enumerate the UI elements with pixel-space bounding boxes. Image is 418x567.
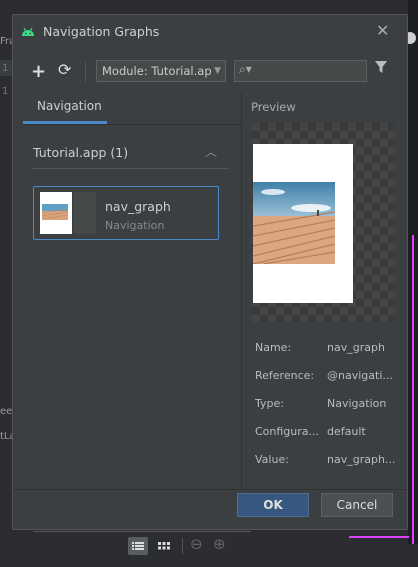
background-line-number: 1 <box>2 86 9 97</box>
tab-navigation-label: Navigation <box>37 99 102 113</box>
module-select[interactable]: Module: Tutorial.ap ▼ <box>96 60 226 82</box>
property-key: Name: <box>255 341 292 354</box>
resource-type: Navigation <box>105 219 165 232</box>
property-value: default <box>327 425 366 438</box>
property-value: nav_graph <box>327 341 385 354</box>
resource-card-nav-graph[interactable]: nav_graph Navigation <box>33 186 219 240</box>
toolbar-separator <box>85 62 86 82</box>
filter-icon[interactable] <box>374 60 388 74</box>
property-row: Configura... default <box>255 425 405 441</box>
background-selection-border <box>349 536 409 538</box>
thumbnail-image <box>42 204 68 220</box>
resource-thumbnail-ghost <box>74 192 96 234</box>
property-key: Type: <box>255 397 284 410</box>
dialog-titlebar[interactable]: Navigation Graphs ✕ <box>13 15 407 49</box>
property-row: Name: nav_graph <box>255 341 405 357</box>
tab-divider <box>23 124 241 125</box>
property-key: Configura... <box>255 425 320 438</box>
group-divider <box>31 168 229 169</box>
background-text-fragment: ee <box>0 406 13 417</box>
list-view-button[interactable] <box>128 537 148 555</box>
chevron-down-icon: ▼ <box>214 66 221 76</box>
navigation-graphs-dialog: Navigation Graphs ✕ + ⟳ Module: Tutorial… <box>12 14 408 555</box>
preview-page <box>253 144 353 303</box>
dialog-title: Navigation Graphs <box>43 24 160 39</box>
refresh-icon[interactable]: ⟳ <box>58 60 71 79</box>
dialog-toolbar: + ⟳ Module: Tutorial.ap ▼ ⌕▾ <box>13 59 407 85</box>
property-row: Type: Navigation <box>255 397 405 413</box>
list-icon <box>132 542 144 550</box>
search-input[interactable]: ⌕▾ <box>234 60 367 82</box>
preview-label: Preview <box>251 100 296 114</box>
preview-canvas <box>252 123 395 322</box>
view-toggle-bar: ⊖ ⊕ <box>33 531 251 567</box>
tab-navigation[interactable]: Navigation <box>23 93 107 124</box>
property-row: Reference: @navigati... <box>255 369 405 385</box>
search-icon: ⌕▾ <box>239 62 252 76</box>
toolbar-separator <box>182 538 183 554</box>
resource-name: nav_graph <box>105 199 171 214</box>
chevron-up-icon[interactable]: ︿ <box>205 143 217 160</box>
android-icon <box>22 27 34 36</box>
footer-divider <box>13 489 407 490</box>
property-value: Navigation <box>327 397 387 410</box>
resource-thumbnail <box>40 192 72 234</box>
background-selection-border <box>412 235 414 544</box>
property-value: @navigati... <box>327 369 393 382</box>
property-key: Reference: <box>255 369 315 382</box>
background-ide-left-edge: Fra 1 1 ee tLa <box>0 0 16 544</box>
background-ide-right-edge <box>404 0 418 544</box>
property-key: Value: <box>255 453 289 466</box>
grid-icon <box>158 542 170 550</box>
grid-view-button[interactable] <box>154 537 174 555</box>
plus-icon[interactable]: + <box>31 61 46 82</box>
zoom-out-icon[interactable]: ⊖ <box>190 535 203 553</box>
ok-button[interactable]: OK <box>237 493 309 517</box>
property-row: Value: nav_graph... <box>255 453 405 469</box>
resource-list-panel: Navigation Tutorial.app (1) ︿ nav_graph … <box>23 93 251 555</box>
cancel-button[interactable]: Cancel <box>321 493 393 517</box>
module-group-header[interactable]: Tutorial.app (1) <box>33 145 128 160</box>
property-value: nav_graph... <box>327 453 396 466</box>
zoom-in-icon[interactable]: ⊕ <box>213 535 226 553</box>
background-line-number: 1 <box>2 63 9 74</box>
panel-divider <box>241 93 242 489</box>
close-icon[interactable]: ✕ <box>376 21 389 40</box>
module-select-value: Module: Tutorial.ap <box>102 64 212 78</box>
preview-image <box>253 182 335 264</box>
